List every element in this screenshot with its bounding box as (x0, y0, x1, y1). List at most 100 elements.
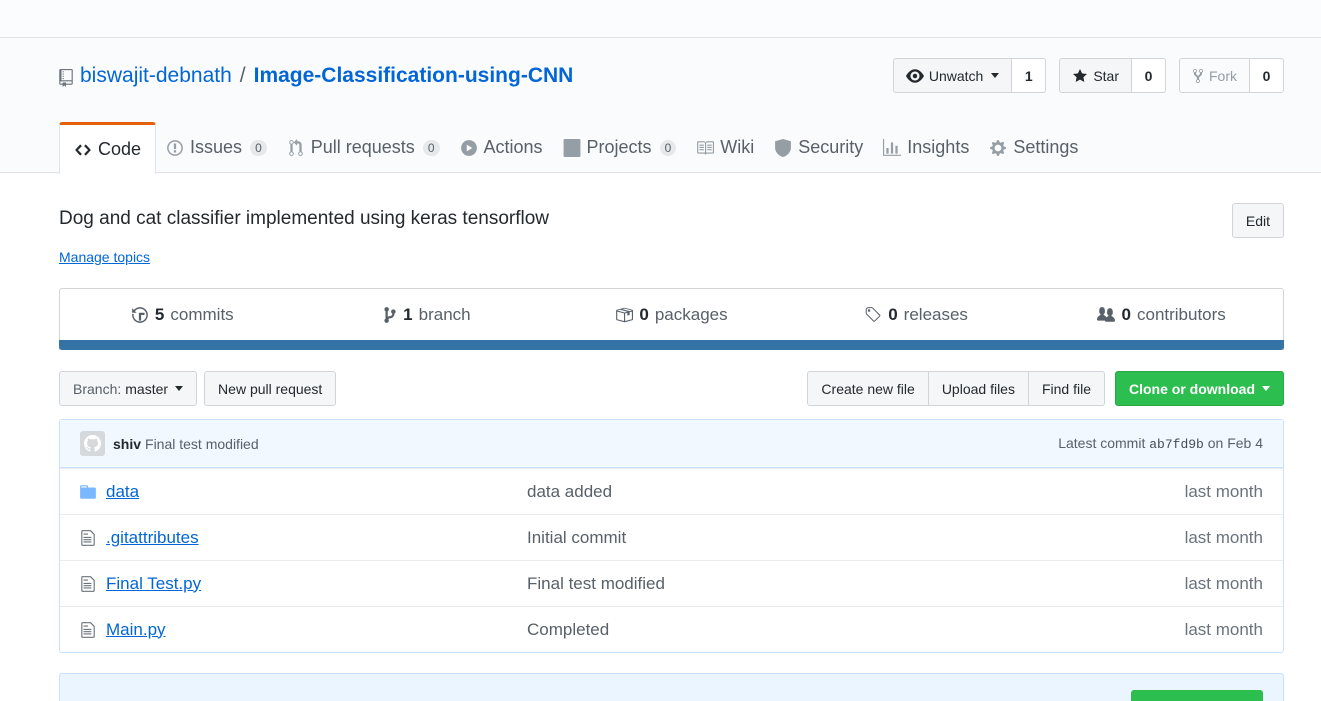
eye-icon (905, 68, 924, 83)
unwatch-button[interactable]: Unwatch (892, 58, 1013, 93)
file-icon (81, 530, 95, 546)
file-actions-group: Create new file Upload files Find file (807, 371, 1105, 406)
clone-download-button[interactable]: Clone or download (1115, 371, 1284, 406)
table-row[interactable]: data data added last month (60, 468, 1283, 514)
pull-request-icon (289, 138, 303, 156)
language-bar[interactable] (59, 340, 1284, 350)
table-row[interactable]: .gitattributes Initial commit last month (60, 514, 1283, 560)
file-age: last month (1184, 527, 1263, 547)
new-pull-request-button[interactable]: New pull request (204, 371, 337, 406)
tab-issues[interactable]: Issues 0 (156, 122, 277, 173)
manage-topics-link[interactable]: Manage topics (59, 249, 150, 265)
tab-wiki[interactable]: Wiki (686, 122, 764, 173)
star-label: Star (1093, 67, 1119, 84)
clone-label: Clone or download (1129, 380, 1255, 397)
file-icon (81, 576, 95, 592)
commits-stat[interactable]: 5 commits (60, 289, 305, 341)
commit-message[interactable]: Final test modified (145, 436, 259, 452)
releases-label: releases (903, 305, 968, 324)
code-icon (75, 143, 91, 156)
contributors-stat[interactable]: 0 contributors (1038, 289, 1283, 341)
repo-title: biswajit-debnath / Image-Classification-… (59, 62, 573, 90)
file-name-link[interactable]: Main.py (106, 620, 166, 640)
file-age: last month (1184, 481, 1263, 501)
pagehead-actions: Unwatch 1 Star 0 Fork 0 (892, 58, 1284, 93)
commits-count: 5 (154, 305, 165, 324)
repo-name-link[interactable]: Image-Classification-using-CNN (254, 64, 574, 88)
issue-icon (167, 139, 183, 156)
packages-label: packages (654, 305, 728, 324)
tab-security[interactable]: Security (764, 122, 873, 173)
people-icon (1096, 307, 1115, 322)
commit-date: on Feb 4 (1207, 435, 1263, 451)
contributors-label: contributors (1136, 305, 1226, 324)
commit-sha[interactable]: ab7fd9b (1149, 437, 1204, 452)
issues-counter: 0 (250, 139, 267, 156)
caret-down-icon (1262, 386, 1270, 391)
branch-select-button[interactable]: Branch: master (59, 371, 198, 406)
forks-count[interactable]: 0 (1250, 58, 1284, 93)
star-icon (1073, 68, 1088, 82)
branch-label: branch (418, 305, 471, 324)
tab-insights[interactable]: Insights (873, 122, 979, 173)
folder-icon (80, 485, 96, 499)
fork-label: Fork (1209, 67, 1237, 84)
file-commit-message[interactable]: Completed (527, 620, 609, 640)
file-name-link[interactable]: data (106, 482, 139, 502)
edit-description-button[interactable]: Edit (1231, 203, 1284, 238)
tab-code[interactable]: Code (59, 122, 157, 174)
title-separator: / (239, 64, 246, 87)
repo-nav: Code Issues 0 Pull requests 0 Actions Pr… (59, 122, 1088, 174)
star-button[interactable]: Star (1059, 58, 1132, 93)
history-icon (132, 307, 148, 323)
create-new-file-button[interactable]: Create new file (807, 371, 929, 406)
commits-label: commits (170, 305, 234, 324)
caret-down-icon (175, 386, 184, 391)
unwatch-label: Unwatch (928, 67, 984, 84)
readme-prompt (59, 673, 1284, 701)
packages-stat[interactable]: 0 packages (549, 289, 794, 341)
find-file-button[interactable]: Find file (1028, 371, 1105, 406)
tab-projects[interactable]: Projects 0 (553, 122, 687, 173)
tag-icon (865, 307, 881, 322)
tab-label: Settings (1013, 137, 1079, 157)
fork-button[interactable]: Fork (1179, 58, 1250, 93)
watch-group: Unwatch 1 (892, 58, 1047, 93)
file-age: last month (1184, 573, 1263, 593)
file-name-link[interactable]: Final Test.py (106, 574, 201, 594)
tab-label: Code (98, 139, 142, 159)
file-name-link[interactable]: .gitattributes (106, 528, 199, 548)
tab-settings[interactable]: Settings (979, 122, 1088, 173)
branch-count: 1 (403, 305, 413, 324)
tab-pull-requests[interactable]: Pull requests 0 (277, 122, 450, 173)
pull-requests-counter: 0 (422, 139, 440, 156)
tab-actions[interactable]: Actions (450, 122, 553, 173)
file-commit-message[interactable]: Final test modified (527, 574, 665, 594)
avatar[interactable] (80, 431, 105, 456)
fork-icon (1193, 68, 1203, 83)
file-table: shiv Final test modified Latest commit a… (59, 419, 1284, 653)
tab-label: Insights (907, 137, 970, 157)
play-icon (460, 139, 477, 156)
tab-label: Actions (483, 137, 543, 157)
file-navigation-right: Create new file Upload files Find file C… (807, 371, 1284, 406)
add-readme-button[interactable] (1131, 690, 1263, 701)
commit-author[interactable]: shiv (113, 436, 141, 452)
upload-files-button[interactable]: Upload files (928, 371, 1029, 406)
file-age: last month (1184, 619, 1263, 639)
releases-stat[interactable]: 0 releases (794, 289, 1039, 341)
repo-owner-link[interactable]: biswajit-debnath (80, 64, 232, 88)
watchers-count[interactable]: 1 (1012, 58, 1047, 93)
project-icon (563, 138, 580, 157)
table-row[interactable]: Final Test.py Final test modified last m… (60, 560, 1283, 606)
global-header (0, 0, 1321, 38)
star-group: Star 0 (1059, 58, 1166, 93)
packages-count: 0 (639, 305, 649, 324)
file-icon (81, 622, 95, 638)
file-commit-message[interactable]: data added (527, 482, 612, 502)
file-commit-message[interactable]: Initial commit (527, 528, 626, 548)
branch-stat[interactable]: 1 branch (305, 289, 550, 341)
table-row[interactable]: Main.py Completed last month (60, 606, 1283, 652)
stargazers-count[interactable]: 0 (1132, 58, 1166, 93)
tab-label: Projects (586, 137, 652, 157)
